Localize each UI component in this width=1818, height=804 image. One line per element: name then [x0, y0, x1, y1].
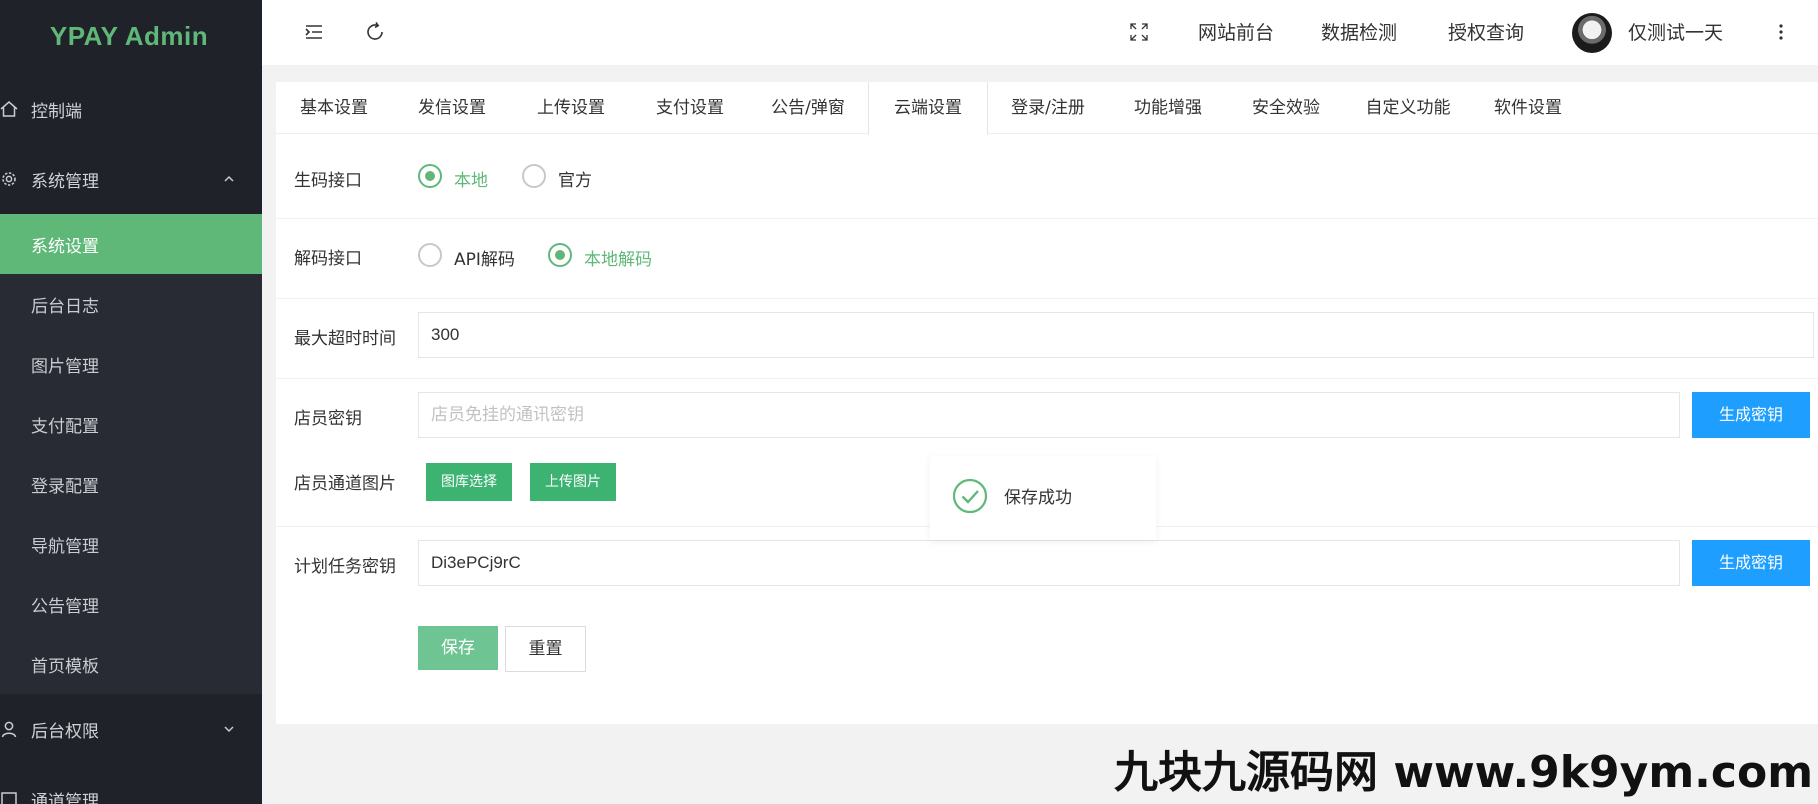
fullscreen-icon[interactable]: [1127, 20, 1151, 44]
app-title: YPAY Admin: [49, 20, 209, 51]
radio-decode-local[interactable]: [548, 243, 572, 267]
radio-decode-api[interactable]: [418, 243, 442, 267]
radio-code-official-label[interactable]: 官方: [558, 166, 592, 191]
watermark-text: 九块九源码网 www.9k9ym.com: [1114, 747, 1814, 798]
divider: [276, 378, 1818, 379]
generate-clerk-key-button[interactable]: 生成密钥: [1692, 392, 1810, 438]
header-link-data-check[interactable]: 数据检测: [1321, 0, 1397, 66]
sidebar-item-login[interactable]: 登录配置: [0, 454, 262, 514]
divider: [276, 298, 1818, 299]
cron-key-input[interactable]: Di3ePCj9rC: [418, 540, 1680, 586]
sidebar-item-label: 后台日志: [31, 296, 99, 317]
sidebar-item-navigation[interactable]: 导航管理: [0, 514, 262, 574]
header-link-frontend[interactable]: 网站前台: [1198, 0, 1274, 66]
sidebar-group-label: 系统管理: [31, 171, 99, 192]
sidebar-item-label: 公告管理: [31, 596, 99, 617]
sidebar-item-label: 导航管理: [31, 536, 99, 557]
sidebar-group-label: 后台权限: [31, 721, 99, 742]
tab-basic[interactable]: 基本设置: [276, 82, 392, 134]
home-icon: [0, 101, 18, 117]
chevron-up-icon: [224, 175, 234, 182]
radio-code-official[interactable]: [522, 164, 546, 188]
upload-image-button[interactable]: 上传图片: [530, 463, 616, 501]
timeout-input[interactable]: 300: [418, 312, 1814, 358]
channel-icon: [1, 792, 17, 804]
sidebar-group-permissions[interactable]: 后台权限: [0, 694, 262, 764]
tab-mail[interactable]: 发信设置: [392, 82, 512, 134]
menu-fold-icon[interactable]: [302, 20, 326, 44]
username[interactable]: 仅测试一天: [1628, 0, 1723, 66]
more-vertical-icon[interactable]: [1769, 20, 1793, 44]
radio-decode-api-label[interactable]: API解码: [454, 245, 515, 270]
sidebar-item-notice[interactable]: 公告管理: [0, 574, 262, 634]
timeout-label: 最大超时时间: [294, 329, 396, 349]
sidebar-item-label: 系统设置: [31, 236, 99, 257]
settings-card: 基本设置 发信设置 上传设置 支付设置 公告/弹窗 云端设置 登录/注册 功能增…: [276, 82, 1818, 724]
tab-enhance[interactable]: 功能增强: [1108, 82, 1228, 134]
save-button[interactable]: 保存: [418, 626, 498, 670]
sidebar-item-homepage-template[interactable]: 首页模板: [0, 634, 262, 694]
avatar[interactable]: [1572, 13, 1612, 53]
settings-tabs: 基本设置 发信设置 上传设置 支付设置 公告/弹窗 云端设置 登录/注册 功能增…: [276, 82, 1818, 135]
radio-code-local-label[interactable]: 本地: [454, 166, 488, 191]
tab-cloud[interactable]: 云端设置: [868, 82, 988, 135]
decode-api-label: 解码接口: [294, 249, 362, 269]
sidebar-item-label: 登录配置: [31, 476, 99, 497]
chevron-down-icon: [224, 726, 234, 733]
toast-message: 保存成功: [1004, 488, 1072, 508]
app-logo[interactable]: YPAY Admin: [0, 0, 262, 72]
sidebar-item-label: 控制端: [31, 101, 82, 122]
header-link-license[interactable]: 授权查询: [1448, 0, 1524, 66]
tab-login-register[interactable]: 登录/注册: [988, 82, 1108, 134]
generate-cron-key-button[interactable]: 生成密钥: [1692, 540, 1810, 586]
check-circle-icon: [952, 478, 988, 514]
sidebar-item-images[interactable]: 图片管理: [0, 334, 262, 394]
sidebar-group-system[interactable]: 系统管理: [0, 144, 262, 214]
tab-software[interactable]: 软件设置: [1472, 82, 1584, 134]
divider: [276, 218, 1818, 219]
sidebar-item-label: 首页模板: [31, 656, 99, 677]
gallery-select-button[interactable]: 图库选择: [426, 463, 512, 501]
gear-icon: [2, 172, 16, 186]
success-toast: 保存成功: [930, 456, 1156, 540]
sidebar-item-system-settings[interactable]: 系统设置: [0, 214, 262, 274]
radio-decode-local-label[interactable]: 本地解码: [584, 245, 652, 270]
tab-upload[interactable]: 上传设置: [512, 82, 630, 134]
top-header: 网站前台 数据检测 授权查询 仅测试一天: [262, 0, 1818, 66]
sidebar-item-logs[interactable]: 后台日志: [0, 274, 262, 334]
radio-code-local[interactable]: [418, 164, 442, 188]
code-api-label: 生码接口: [294, 171, 362, 191]
system-submenu: 系统设置 后台日志 图片管理 支付配置 登录配置 导航管理 公告管理 首页模板: [0, 214, 262, 694]
refresh-icon[interactable]: [363, 20, 387, 44]
tab-payment[interactable]: 支付设置: [630, 82, 750, 134]
sidebar-group-label: 通道管理: [31, 791, 99, 804]
sidebar-item-payment[interactable]: 支付配置: [0, 394, 262, 454]
sidebar-group-partial[interactable]: 通道管理: [0, 764, 262, 804]
sidebar-item-label: 支付配置: [31, 416, 99, 437]
clerk-image-label: 店员通道图片: [294, 474, 396, 494]
user-icon: [1, 721, 17, 738]
sidebar-item-label: 图片管理: [31, 356, 99, 377]
tab-notice[interactable]: 公告/弹窗: [750, 82, 866, 134]
clerk-key-input[interactable]: 店员免挂的通讯密钥: [418, 392, 1680, 438]
sidebar: YPAY Admin 控制端 系统管理 系统设置 后台日志 图片管理 支付配置 …: [0, 0, 262, 804]
reset-button[interactable]: 重置: [505, 626, 586, 672]
cron-key-label: 计划任务密钥: [294, 557, 396, 577]
tab-security[interactable]: 安全效验: [1228, 82, 1344, 134]
tab-custom[interactable]: 自定义功能: [1344, 82, 1472, 134]
clerk-key-label: 店员密钥: [294, 409, 362, 429]
sidebar-item-dashboard[interactable]: 控制端: [0, 74, 262, 144]
